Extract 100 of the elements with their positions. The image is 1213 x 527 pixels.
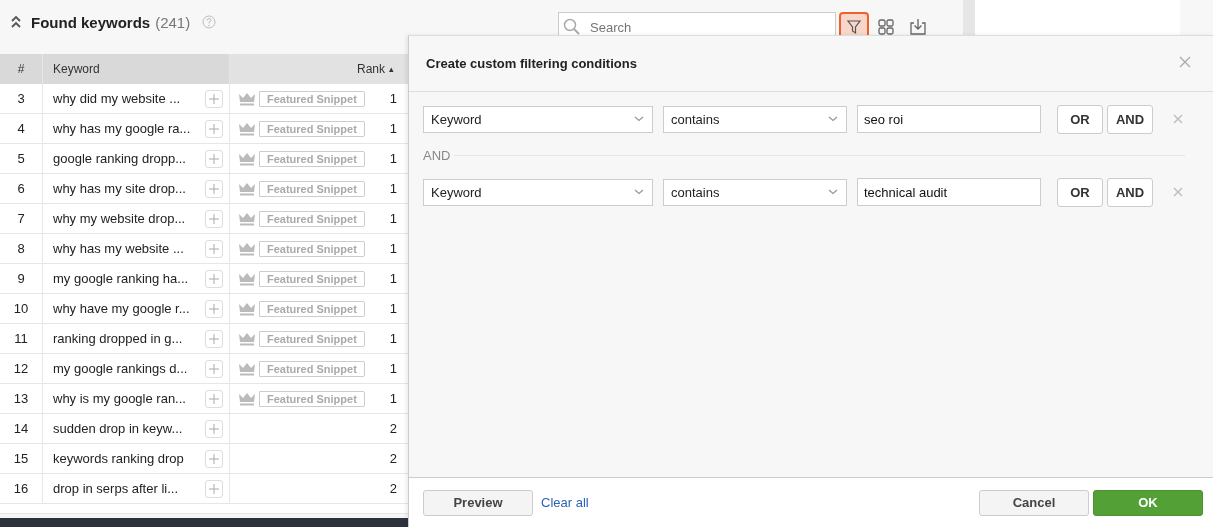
snippet-tag: Featured Snippet — [259, 330, 365, 347]
dropdown[interactable]: contains — [663, 105, 847, 133]
plus-icon — [209, 483, 219, 494]
table-cell: 5 — [0, 144, 43, 173]
clear-all-link[interactable]: Clear all — [541, 495, 589, 510]
table-cell: 12 — [0, 354, 43, 383]
collapse-icon — [10, 15, 22, 29]
snippet-tag: Featured Snippet — [259, 240, 365, 257]
table-cell: 10 — [0, 294, 43, 323]
table-cell: 16 — [0, 474, 43, 503]
crown-icon — [238, 271, 256, 286]
snippet-tag: Featured Snippet — [259, 360, 365, 377]
keyword-text: sudden drop in keyw... — [53, 421, 183, 436]
table-cell: 11 — [0, 324, 43, 353]
plus-icon — [209, 243, 219, 254]
add-button[interactable] — [205, 89, 223, 108]
add-button[interactable] — [205, 239, 223, 258]
snippet-tag: Featured Snippet — [259, 210, 365, 227]
logic-button[interactable]: AND — [1107, 177, 1153, 207]
crown-icon — [238, 91, 256, 106]
snippet-tag: Featured Snippet — [259, 180, 365, 197]
rank-value: 1 — [389, 301, 397, 316]
snippet-tag: Featured Snippet — [259, 390, 365, 407]
rank-value: 1 — [389, 91, 397, 106]
rank-value: 1 — [389, 121, 397, 136]
plus-icon — [209, 153, 219, 164]
crown-icon — [238, 211, 256, 226]
table-cell: 14 — [0, 414, 43, 443]
logic-button[interactable]: OR — [1057, 104, 1103, 134]
plus-icon — [209, 93, 219, 104]
keyword-text: why did my website ... — [53, 91, 181, 106]
crown-icon — [238, 181, 256, 196]
table-cell: 8 — [0, 234, 43, 263]
section-title: Found keywords — [31, 13, 151, 31]
download-icon — [909, 18, 927, 36]
keyword-text: google ranking dropp... — [53, 151, 186, 166]
rank-value: 1 — [389, 271, 397, 286]
dropdown[interactable]: Keyword — [423, 178, 653, 206]
plus-icon — [209, 453, 219, 464]
close-icon — [1173, 114, 1183, 124]
add-button[interactable] — [205, 299, 223, 318]
cancel-button[interactable]: Cancel — [979, 489, 1089, 516]
rank-value: 2 — [389, 481, 397, 496]
close-icon — [1173, 187, 1183, 197]
search-icon — [563, 18, 581, 36]
crown-icon — [238, 361, 256, 376]
table-cell: 13 — [0, 384, 43, 413]
dropdown[interactable]: Keyword — [423, 105, 653, 133]
table-cell: 6 — [0, 174, 43, 203]
keyword-text: my google rankings d... — [53, 361, 188, 376]
rank-value: 1 — [389, 391, 397, 406]
add-button[interactable] — [205, 269, 223, 288]
plus-icon — [209, 393, 219, 404]
add-button[interactable] — [205, 329, 223, 348]
filter-icon — [846, 19, 862, 35]
add-button[interactable] — [205, 419, 223, 438]
crown-icon — [238, 241, 256, 256]
rank-value: 2 — [389, 421, 397, 436]
snippet-tag: Featured Snippet — [259, 300, 365, 317]
plus-icon — [209, 333, 219, 344]
keyword-text: drop in serps after li... — [53, 481, 178, 496]
plus-icon — [209, 303, 219, 314]
remove-button[interactable] — [1172, 114, 1184, 124]
add-button[interactable] — [205, 359, 223, 378]
preview-button[interactable]: Preview — [423, 489, 533, 516]
value-field[interactable]: technical audit — [857, 178, 1041, 206]
plus-icon — [209, 183, 219, 194]
add-button[interactable] — [205, 119, 223, 138]
keyword-text: why is my google ran... — [53, 391, 186, 406]
snippet-tag: Featured Snippet — [259, 270, 365, 287]
table-cell: 9 — [0, 264, 43, 293]
crown-icon — [238, 391, 256, 406]
snippet-tag: Featured Snippet — [259, 150, 365, 167]
grid-icon — [878, 19, 894, 35]
logic-button[interactable]: AND — [1107, 104, 1153, 134]
keyword-text: why has my google ra... — [53, 121, 191, 136]
add-button[interactable] — [205, 149, 223, 168]
keyword-text: keywords ranking drop — [53, 451, 184, 466]
add-button[interactable] — [205, 209, 223, 228]
chevron-icon — [828, 189, 838, 195]
add-button[interactable] — [205, 479, 223, 498]
add-button[interactable] — [205, 389, 223, 408]
help-icon — [202, 15, 217, 29]
table-cell: 15 — [0, 444, 43, 473]
add-button[interactable] — [205, 449, 223, 468]
logic-button[interactable]: OR — [1057, 177, 1103, 207]
rank-value: 1 — [389, 211, 397, 226]
crown-icon — [238, 301, 256, 316]
plus-icon — [209, 213, 219, 224]
chevron-icon — [634, 116, 644, 122]
rank-value: 1 — [389, 181, 397, 196]
plus-icon — [209, 423, 219, 434]
keyword-text: ranking dropped in g... — [53, 331, 183, 346]
dropdown[interactable]: contains — [663, 178, 847, 206]
keyword-text: why have my google r... — [53, 301, 190, 316]
crown-icon — [238, 121, 256, 136]
plus-icon — [209, 123, 219, 134]
value-field[interactable]: seo roi — [857, 105, 1041, 133]
add-button[interactable] — [205, 179, 223, 198]
remove-button[interactable] — [1172, 187, 1184, 197]
